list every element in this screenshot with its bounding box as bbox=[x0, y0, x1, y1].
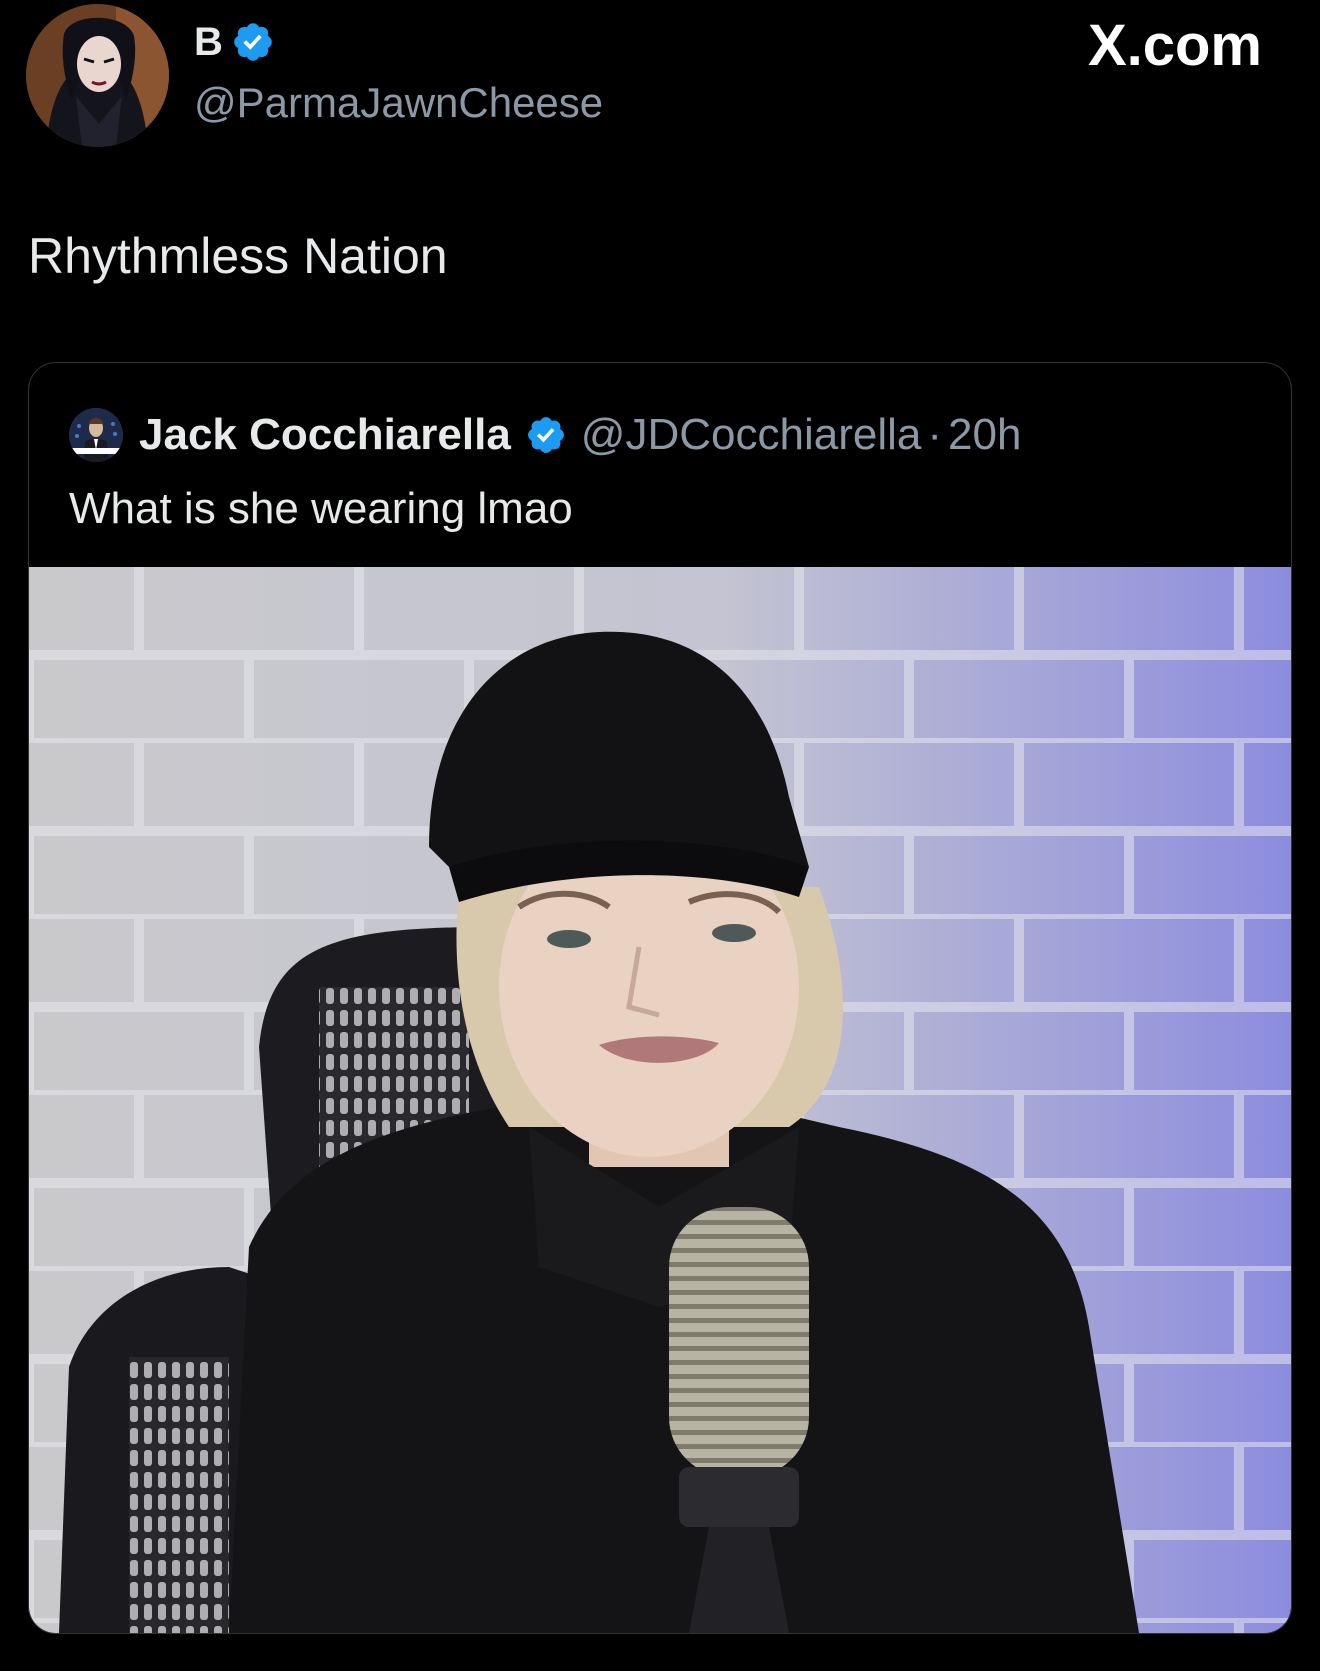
quoted-tweet-video[interactable] bbox=[29, 567, 1291, 1633]
quoted-tweet-timestamp[interactable]: 20h bbox=[948, 410, 1021, 460]
post-text: Rhythmless Nation bbox=[28, 228, 448, 284]
verified-badge-icon bbox=[527, 417, 564, 453]
video-still-image-icon bbox=[29, 567, 1291, 1633]
author-handle[interactable]: @ParmaJawnCheese bbox=[194, 78, 603, 128]
separator-dot: · bbox=[927, 410, 943, 459]
quoted-tweet-text: What is she wearing lmao bbox=[69, 484, 573, 533]
author-name-text: B bbox=[194, 20, 223, 64]
tweet-post: B @ParmaJawnCheese X.com Rhythmless Nati… bbox=[0, 0, 1320, 1671]
author-name[interactable]: B bbox=[194, 18, 275, 66]
quoted-author-handle[interactable]: @JDCocchiarella bbox=[581, 410, 922, 460]
quoted-author-name[interactable]: Jack Cocchiarella bbox=[139, 410, 511, 460]
cartoon-character-avatar-icon bbox=[26, 4, 169, 147]
quoted-author-avatar[interactable] bbox=[69, 408, 123, 462]
person-portrait-avatar-icon bbox=[69, 408, 123, 462]
x-com-watermark: X.com bbox=[1087, 13, 1262, 78]
verified-badge-icon bbox=[234, 23, 272, 61]
author-avatar[interactable] bbox=[26, 4, 169, 147]
quoted-tweet-header: Jack Cocchiarella @JDCocchiarella · 20h bbox=[69, 405, 1021, 465]
quoted-tweet-card[interactable]: Jack Cocchiarella @JDCocchiarella · 20h … bbox=[28, 362, 1292, 1634]
